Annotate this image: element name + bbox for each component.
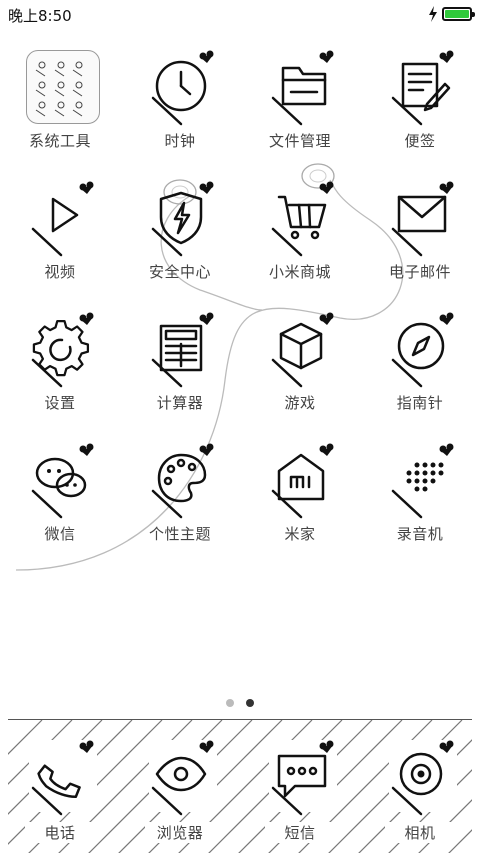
shield-icon — [151, 181, 214, 257]
compass-icon — [391, 312, 454, 388]
app-label: 小米商城 — [268, 263, 331, 281]
app-calculator[interactable]: 计算器 — [120, 306, 240, 437]
app-label: 浏览器 — [145, 822, 215, 843]
app-games[interactable]: 游戏 — [240, 306, 360, 437]
dock-app-phone[interactable]: 电话 — [8, 724, 120, 843]
app-system-tools[interactable]: 系统工具 — [0, 44, 120, 175]
app-label: 电话 — [25, 822, 95, 843]
dock-app-messages[interactable]: 短信 — [240, 724, 360, 843]
camera-icon — [391, 740, 454, 816]
charging-icon — [429, 6, 437, 22]
status-bar: 晚上8:50 — [0, 0, 480, 30]
app-label: 设置 — [44, 394, 76, 412]
battery-icon — [442, 7, 475, 21]
page-dot-active[interactable] — [246, 699, 254, 707]
message-icon — [271, 740, 334, 816]
app-label: 文件管理 — [268, 132, 331, 150]
app-mijia[interactable]: 米家 — [240, 437, 360, 568]
recorder-icon — [391, 443, 454, 519]
app-label: 短信 — [265, 822, 335, 843]
app-video[interactable]: 视频 — [0, 175, 120, 306]
app-label: 指南针 — [396, 394, 444, 412]
app-label: 便签 — [404, 132, 436, 150]
dock-apps: 电话 浏览器 短信 相机 — [8, 724, 472, 843]
app-label: 录音机 — [396, 525, 444, 543]
gear-icon — [31, 312, 94, 388]
play-icon — [31, 181, 94, 257]
clock-icon — [151, 50, 214, 126]
app-label: 游戏 — [284, 394, 316, 412]
app-label: 视频 — [44, 263, 76, 281]
palette-icon — [151, 443, 214, 519]
app-clock[interactable]: 时钟 — [120, 44, 240, 175]
app-label: 时钟 — [164, 132, 196, 150]
page-indicator — [0, 699, 480, 707]
app-mi-store[interactable]: 小米商城 — [240, 175, 360, 306]
eye-icon — [151, 740, 214, 816]
dock-app-camera[interactable]: 相机 — [360, 724, 472, 843]
app-email[interactable]: 电子邮件 — [360, 175, 480, 306]
folder-mini-icons — [35, 61, 83, 117]
app-recorder[interactable]: 录音机 — [360, 437, 480, 568]
page-dot[interactable] — [226, 699, 234, 707]
app-label: 个性主题 — [148, 525, 211, 543]
app-themes[interactable]: 个性主题 — [120, 437, 240, 568]
app-label: 计算器 — [156, 394, 204, 412]
app-compass[interactable]: 指南针 — [360, 306, 480, 437]
home-icon — [271, 443, 334, 519]
app-label: 系统工具 — [28, 132, 91, 150]
dock: 电话 浏览器 短信 相机 — [8, 719, 472, 853]
app-label: 安全中心 — [148, 263, 211, 281]
app-grid: 系统工具 时钟 文件管理 便签 视频 安全中心 小米商城 电子邮件 设置 计算器… — [0, 44, 480, 568]
notes-icon — [391, 50, 454, 126]
calculator-icon — [151, 312, 214, 388]
cube-icon — [271, 312, 334, 388]
app-notes[interactable]: 便签 — [360, 44, 480, 175]
cart-icon — [271, 181, 334, 257]
app-settings[interactable]: 设置 — [0, 306, 120, 437]
folder-open-icon — [271, 50, 334, 126]
app-label: 米家 — [284, 525, 316, 543]
app-wechat[interactable]: 微信 — [0, 437, 120, 568]
chat-icon — [31, 443, 94, 519]
app-label: 微信 — [44, 525, 76, 543]
app-file-manager[interactable]: 文件管理 — [240, 44, 360, 175]
phone-icon — [31, 740, 94, 816]
app-security-center[interactable]: 安全中心 — [120, 175, 240, 306]
app-label: 电子邮件 — [388, 263, 451, 281]
dock-app-browser[interactable]: 浏览器 — [120, 724, 240, 843]
status-time: 晚上8:50 — [8, 7, 72, 25]
app-label: 相机 — [385, 822, 455, 843]
mail-icon — [391, 181, 454, 257]
